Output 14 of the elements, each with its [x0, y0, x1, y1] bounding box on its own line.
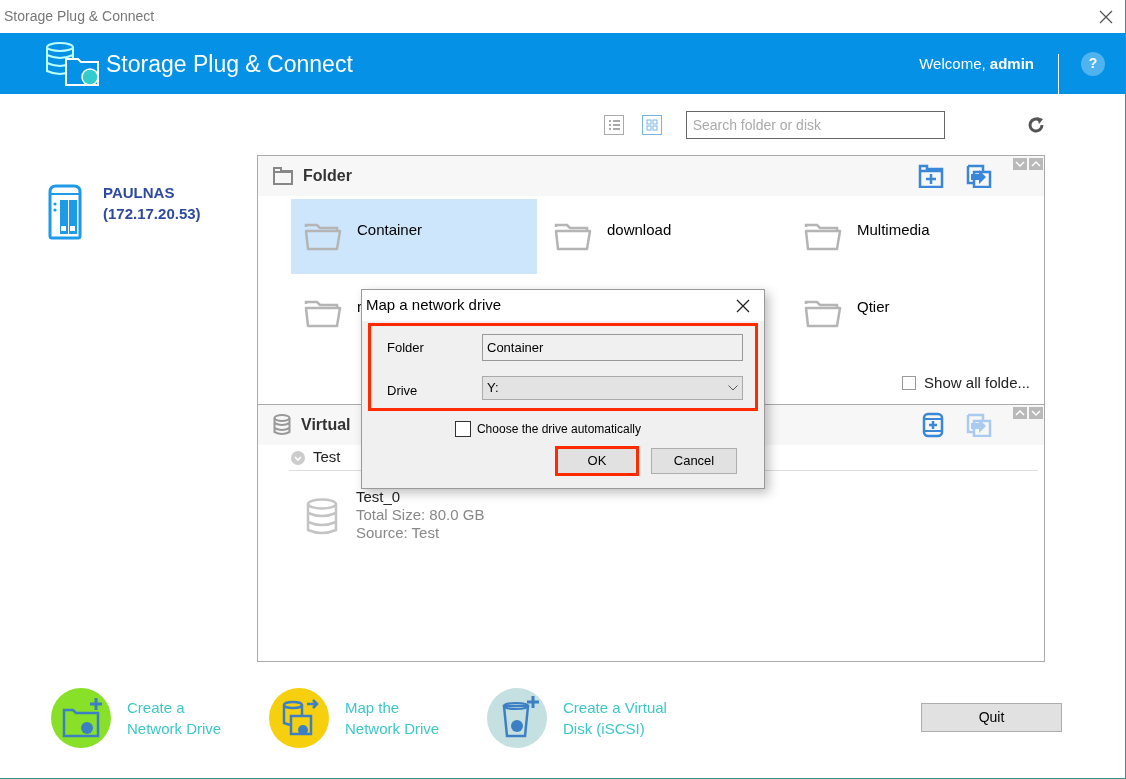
disk-source: Source: Test [356, 524, 441, 543]
section-title: Virtual [301, 415, 351, 436]
app-title: Storage Plug & Connect [106, 49, 353, 79]
field-label: Drive [387, 381, 419, 400]
welcome-text: Welcome, admin [919, 53, 1034, 74]
field-label: Folder [387, 338, 425, 357]
disk-size: Total Size: 80.0 GB [356, 506, 485, 525]
window-title: Storage Plug & Connect [4, 7, 155, 27]
folder-field: Container [482, 333, 743, 361]
device-address: (172.17.20.53) [103, 204, 201, 225]
checkbox-label: Show all folde... [924, 372, 1030, 393]
section-title: Folder [303, 166, 352, 187]
dialog-title: Map a network drive [366, 295, 502, 316]
checkbox-label: Choose the drive automatically [476, 421, 642, 438]
